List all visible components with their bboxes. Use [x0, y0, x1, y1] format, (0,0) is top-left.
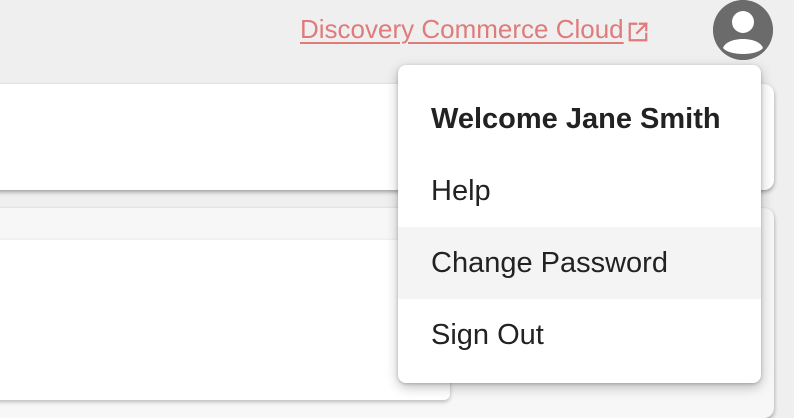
- external-link-icon: [627, 19, 649, 41]
- user-dropdown-menu: Welcome Jane Smith Help Change Password …: [398, 65, 761, 383]
- menu-item-change-password[interactable]: Change Password: [398, 227, 761, 299]
- content-card-inner: [0, 240, 450, 400]
- menu-item-sign-out[interactable]: Sign Out: [398, 299, 761, 371]
- discovery-commerce-cloud-link[interactable]: Discovery Commerce Cloud: [300, 14, 649, 45]
- menu-item-help[interactable]: Help: [398, 155, 761, 227]
- discovery-commerce-cloud-label: Discovery Commerce Cloud: [300, 14, 624, 44]
- welcome-heading: Welcome Jane Smith: [431, 102, 721, 135]
- user-avatar-icon[interactable]: [713, 0, 773, 60]
